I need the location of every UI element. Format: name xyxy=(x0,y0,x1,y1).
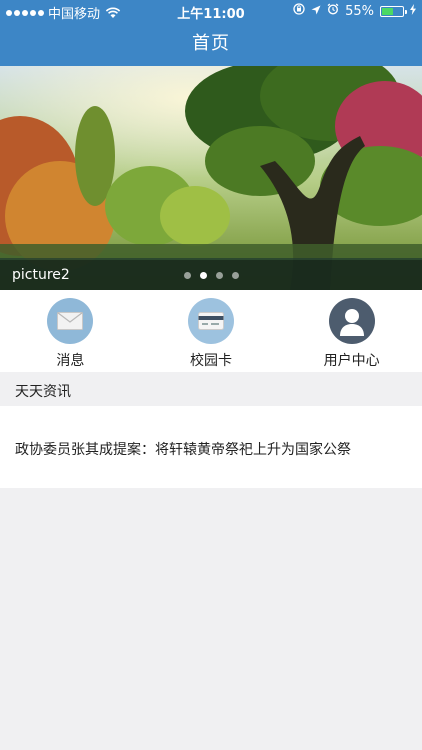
page-title: 首页 xyxy=(192,33,230,54)
wifi-icon xyxy=(105,7,121,19)
news-section-title: 天天资讯 xyxy=(15,384,71,400)
page-indicator[interactable] xyxy=(184,272,239,279)
messages-label: 消息 xyxy=(56,353,85,369)
image-carousel[interactable]: picture2 xyxy=(0,66,422,290)
location-icon xyxy=(311,4,321,19)
app-header: 中国移动 上午11:00 55% 首页 xyxy=(0,0,422,66)
orientation-lock-icon xyxy=(293,3,305,19)
messages-button[interactable]: 消息 xyxy=(0,290,141,372)
battery-icon xyxy=(380,5,407,17)
status-left: 中国移动 xyxy=(6,3,121,22)
envelope-icon xyxy=(47,298,94,344)
news-section-header: 天天资讯 xyxy=(0,372,422,406)
alarm-icon xyxy=(327,3,339,19)
quick-actions: 消息 校园卡 用户中心 xyxy=(0,290,422,372)
user-icon xyxy=(328,298,375,344)
battery-percent: 55% xyxy=(345,3,374,19)
page-dot[interactable] xyxy=(232,272,239,279)
status-bar: 中国移动 上午11:00 55% xyxy=(0,0,422,22)
banner-image xyxy=(0,66,422,290)
carrier-label: 中国移动 xyxy=(48,7,101,22)
user-center-label: 用户中心 xyxy=(323,353,380,369)
news-item[interactable]: 政协委员张其成提案：将轩辕黄帝祭祀上升为国家公祭 xyxy=(15,439,351,459)
page-dot[interactable] xyxy=(184,272,191,279)
user-center-button[interactable]: 用户中心 xyxy=(281,290,422,372)
status-right: 55% xyxy=(293,3,416,19)
news-list: 政协委员张其成提案：将轩辕黄帝祭祀上升为国家公祭 xyxy=(0,406,422,488)
page-dot[interactable] xyxy=(200,272,207,279)
card-icon xyxy=(188,298,234,344)
page-dot[interactable] xyxy=(216,272,223,279)
campus-card-label: 校园卡 xyxy=(190,353,232,369)
signal-icon xyxy=(6,9,44,16)
campus-card-button[interactable]: 校园卡 xyxy=(141,290,282,372)
banner-caption: picture2 xyxy=(12,267,70,283)
charging-icon xyxy=(410,3,416,19)
